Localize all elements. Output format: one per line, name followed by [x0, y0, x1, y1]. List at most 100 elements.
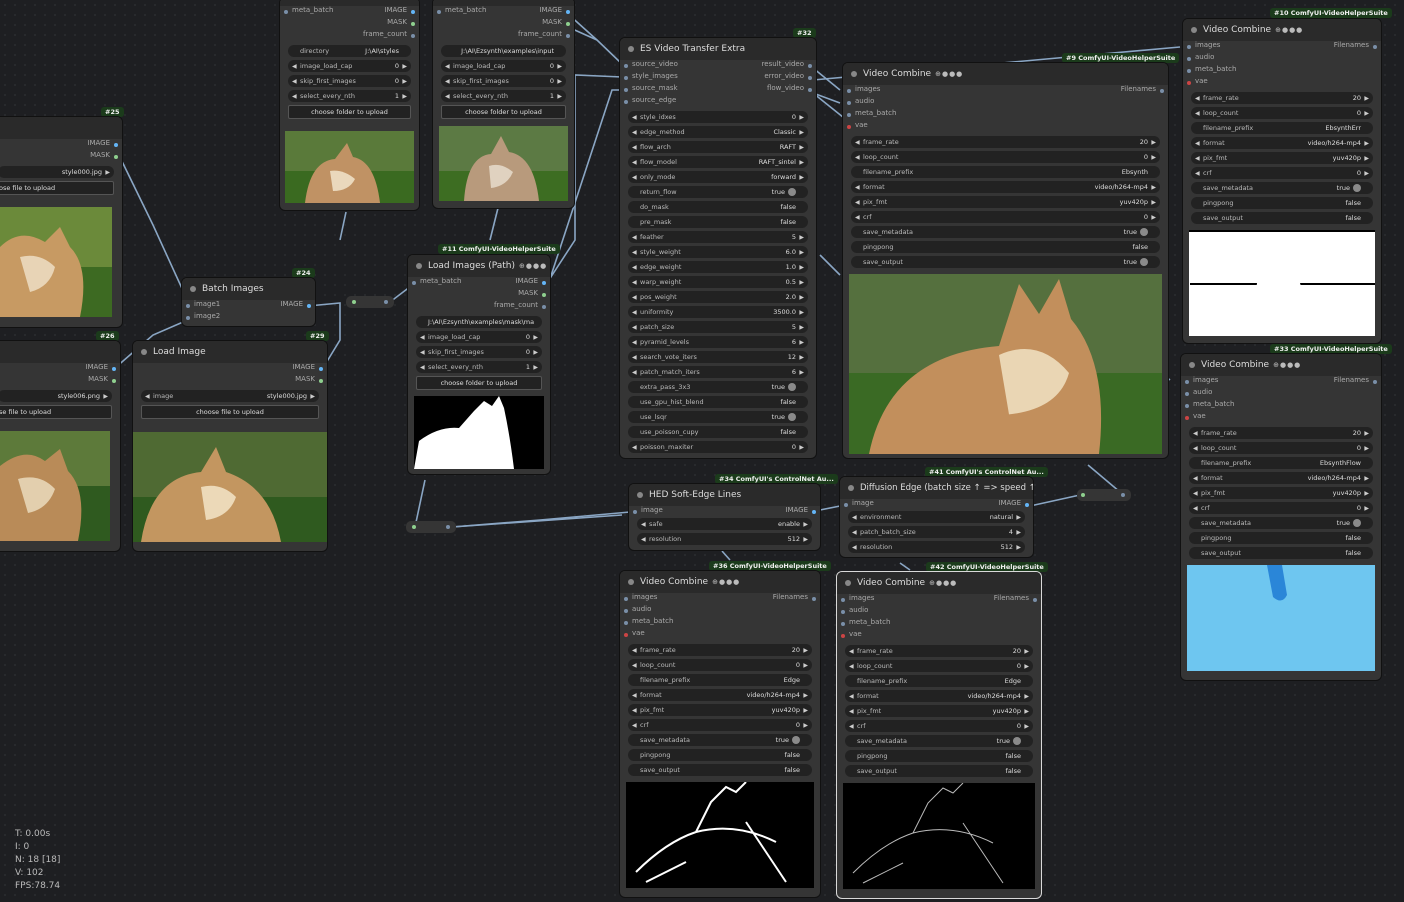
pingpong-toggle[interactable]: pingpong false: [1191, 197, 1373, 209]
es-widget-do-mask[interactable]: do_mask false: [628, 201, 808, 213]
output-pin[interactable]: [1160, 89, 1164, 93]
es-widget-feather[interactable]: ◀ feather 5 ▶: [628, 231, 808, 243]
directory-field[interactable]: J:\AI\Ezsynth\examples\mask\ma: [416, 316, 542, 328]
node-header[interactable]: Batch Images: [182, 278, 315, 300]
select-every-nth-widget[interactable]: ◀ select_every_nth 1 ▶: [441, 90, 566, 102]
node-load-image-25[interactable]: IMAGE MASK style000.jpg ▶ ose file to upl…: [0, 117, 122, 327]
node-diffusion-edge[interactable]: Diffusion Edge (batch size ↑ => speed ↑,…: [840, 477, 1033, 557]
crf-widget[interactable]: ◀ crf 0 ▶: [1189, 502, 1373, 514]
pix-fmt-widget[interactable]: ◀ pix_fmt yuv420p ▶: [1189, 487, 1373, 499]
input-pin[interactable]: [841, 622, 845, 626]
loop-count-widget[interactable]: ◀ loop_count 0 ▶: [845, 660, 1033, 672]
es-widget-return-flow[interactable]: return_flow true: [628, 186, 808, 198]
environment-widget[interactable]: ◀ environment natural ▶: [848, 511, 1025, 523]
input-pin[interactable]: [841, 610, 845, 614]
es-widget-only-mode[interactable]: ◀ only_mode forward ▶: [628, 171, 808, 183]
output-pin[interactable]: [1373, 45, 1377, 49]
node-video-combine-33[interactable]: Video Combine ⊕●●● images Filenames audio met…: [1181, 354, 1381, 680]
pingpong-toggle[interactable]: pingpong false: [851, 241, 1160, 253]
directory-field[interactable]: J:\AI\Ezsynth\examples\input: [441, 45, 566, 57]
crf-widget[interactable]: ◀ crf 0 ▶: [845, 720, 1033, 732]
input-pin[interactable]: [624, 76, 628, 80]
select-every-nth-widget[interactable]: ◀ select_every_nth 1 ▶: [416, 361, 542, 373]
node-load-image-26[interactable]: IMAGE MASK style006.png ▶ se file to uplo…: [0, 341, 120, 551]
node-header[interactable]: ES Video Transfer Extra: [620, 38, 816, 60]
input-pin[interactable]: [847, 101, 851, 105]
input-pin[interactable]: [1187, 57, 1191, 61]
es-widget-style-idxes[interactable]: ◀ style_idxes 0 ▶: [628, 111, 808, 123]
pix-fmt-widget[interactable]: ◀ pix_fmt yuv420p ▶: [845, 705, 1033, 717]
safe-widget[interactable]: ◀ safe enable ▶: [637, 518, 812, 530]
input-pin[interactable]: [847, 89, 851, 93]
image-combo[interactable]: style000.jpg ▶: [0, 166, 114, 178]
output-pin[interactable]: [411, 22, 415, 26]
format-widget[interactable]: ◀ format video/h264-mp4 ▶: [1189, 472, 1373, 484]
output-pin[interactable]: [1373, 380, 1377, 384]
input-pin[interactable]: [186, 316, 190, 320]
save-metadata-toggle[interactable]: save_metadata true: [628, 734, 812, 746]
select-every-nth-widget[interactable]: ◀ select_every_nth 1 ▶: [288, 90, 411, 102]
es-widget-flow-arch[interactable]: ◀ flow_arch RAFT ▶: [628, 141, 808, 153]
save-output-toggle[interactable]: save_output false: [845, 765, 1033, 777]
es-widget-edge-weight[interactable]: ◀ edge_weight 1.0 ▶: [628, 261, 808, 273]
output-pin[interactable]: [542, 305, 546, 309]
frame-rate-widget[interactable]: ◀ frame_rate 20 ▶: [1189, 427, 1373, 439]
output-pin[interactable]: [1033, 598, 1037, 602]
input-pin[interactable]: [1187, 45, 1191, 49]
save-metadata-toggle[interactable]: save_metadata true: [851, 226, 1160, 238]
pix-fmt-widget[interactable]: ◀ pix_fmt yuv420p ▶: [851, 196, 1160, 208]
node-load-image-29[interactable]: Load Image IMAGE MASK ◀ image style000.jpg…: [133, 341, 327, 551]
crf-widget[interactable]: ◀ crf 0 ▶: [628, 719, 812, 731]
node-header[interactable]: Video Combine ⊕●●●: [620, 571, 820, 593]
input-pin[interactable]: [284, 10, 288, 14]
format-widget[interactable]: ◀ format video/h264-mp4 ▶: [1191, 137, 1373, 149]
output-pin[interactable]: [112, 379, 116, 383]
input-pin[interactable]: [847, 125, 851, 129]
input-pin[interactable]: [1185, 392, 1189, 396]
es-widget-pos-weight[interactable]: ◀ pos_weight 2.0 ▶: [628, 291, 808, 303]
pingpong-toggle[interactable]: pingpong false: [628, 749, 812, 761]
skip-first-images-widget[interactable]: ◀ skip_first_images 0 ▶: [416, 346, 542, 358]
node-header[interactable]: Video Combine ⊕●●●: [1183, 19, 1381, 41]
input-pin[interactable]: [1185, 380, 1189, 384]
input-pin[interactable]: [624, 621, 628, 625]
image-load-cap-widget[interactable]: ◀ image_load_cap 0 ▶: [416, 331, 542, 343]
output-pin[interactable]: [808, 76, 812, 80]
pingpong-toggle[interactable]: pingpong false: [845, 750, 1033, 762]
skip-first-images-widget[interactable]: ◀ skip_first_images 0 ▶: [441, 75, 566, 87]
input-pin[interactable]: [437, 10, 441, 14]
node-video-combine-10[interactable]: Video Combine ⊕●●● images Filenames audio met…: [1183, 19, 1381, 343]
node-video-combine-36[interactable]: Video Combine ⊕●●● images Filenames audio met…: [620, 571, 820, 897]
output-pin[interactable]: [812, 510, 816, 514]
es-widget-warp-weight[interactable]: ◀ warp_weight 0.5 ▶: [628, 276, 808, 288]
node-video-combine-42[interactable]: Video Combine ⊕●●● images Filenames audio met…: [837, 572, 1041, 898]
input-pin[interactable]: [844, 503, 848, 507]
input-pin[interactable]: [841, 598, 845, 602]
input-pin[interactable]: [624, 88, 628, 92]
loop-count-widget[interactable]: ◀ loop_count 0 ▶: [851, 151, 1160, 163]
directory-field[interactable]: directory J:\AI\styles: [288, 45, 411, 57]
node-video-combine-9[interactable]: Video Combine ⊕●●● images Filenames audio met…: [843, 63, 1168, 458]
choose-folder-button[interactable]: choose folder to upload: [416, 376, 542, 390]
output-pin[interactable]: [812, 597, 816, 601]
image-load-cap-widget[interactable]: ◀ image_load_cap 0 ▶: [441, 60, 566, 72]
node-header[interactable]: Diffusion Edge (batch size ↑ => speed ↑,…: [840, 477, 1033, 499]
choose-file-button[interactable]: choose file to upload: [141, 405, 319, 419]
es-widget-poisson-maxiter[interactable]: ◀ poisson_maxiter 0 ▶: [628, 441, 808, 453]
save-metadata-toggle[interactable]: save_metadata true: [845, 735, 1033, 747]
input-pin[interactable]: [624, 64, 628, 68]
node-header[interactable]: [0, 341, 120, 363]
es-widget-patch-match-iters[interactable]: ◀ patch_match_iters 6 ▶: [628, 366, 808, 378]
output-pin[interactable]: [112, 367, 116, 371]
save-output-toggle[interactable]: save_output false: [628, 764, 812, 776]
reroute-node[interactable]: [1077, 489, 1131, 501]
save-metadata-toggle[interactable]: save_metadata true: [1189, 517, 1373, 529]
filename-prefix-field[interactable]: filename_prefix EbsynthFlow: [1189, 457, 1373, 469]
pix-fmt-widget[interactable]: ◀ pix_fmt yuv420p ▶: [1191, 152, 1373, 164]
node-hed-soft-edge[interactable]: HED Soft-Edge Lines image IMAGE ◀ safe enab…: [629, 484, 820, 550]
node-header[interactable]: Load Image: [133, 341, 327, 363]
output-pin[interactable]: [319, 367, 323, 371]
node-header[interactable]: HED Soft-Edge Lines: [629, 484, 820, 506]
es-widget-uniformity[interactable]: ◀ uniformity 3500.0 ▶: [628, 306, 808, 318]
reroute-node[interactable]: [406, 521, 456, 533]
